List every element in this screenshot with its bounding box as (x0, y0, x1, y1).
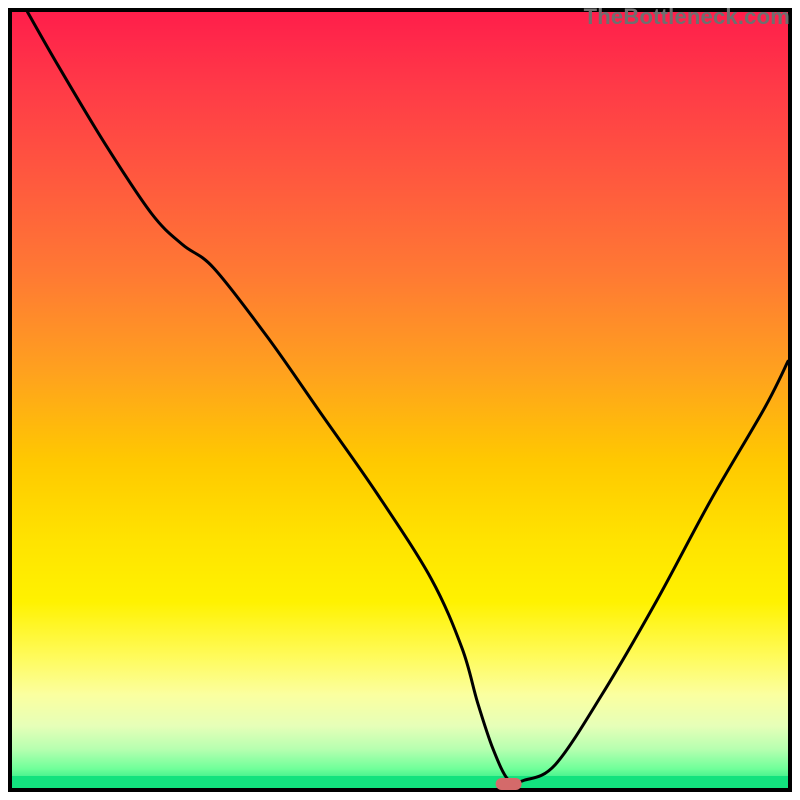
chart-container: TheBottleneck.com (0, 0, 800, 800)
baseline-strip (12, 776, 788, 788)
bottleneck-chart (0, 0, 800, 800)
watermark-text: TheBottleneck.com (584, 4, 790, 30)
optimal-marker (496, 778, 522, 790)
gradient-background (12, 12, 788, 788)
